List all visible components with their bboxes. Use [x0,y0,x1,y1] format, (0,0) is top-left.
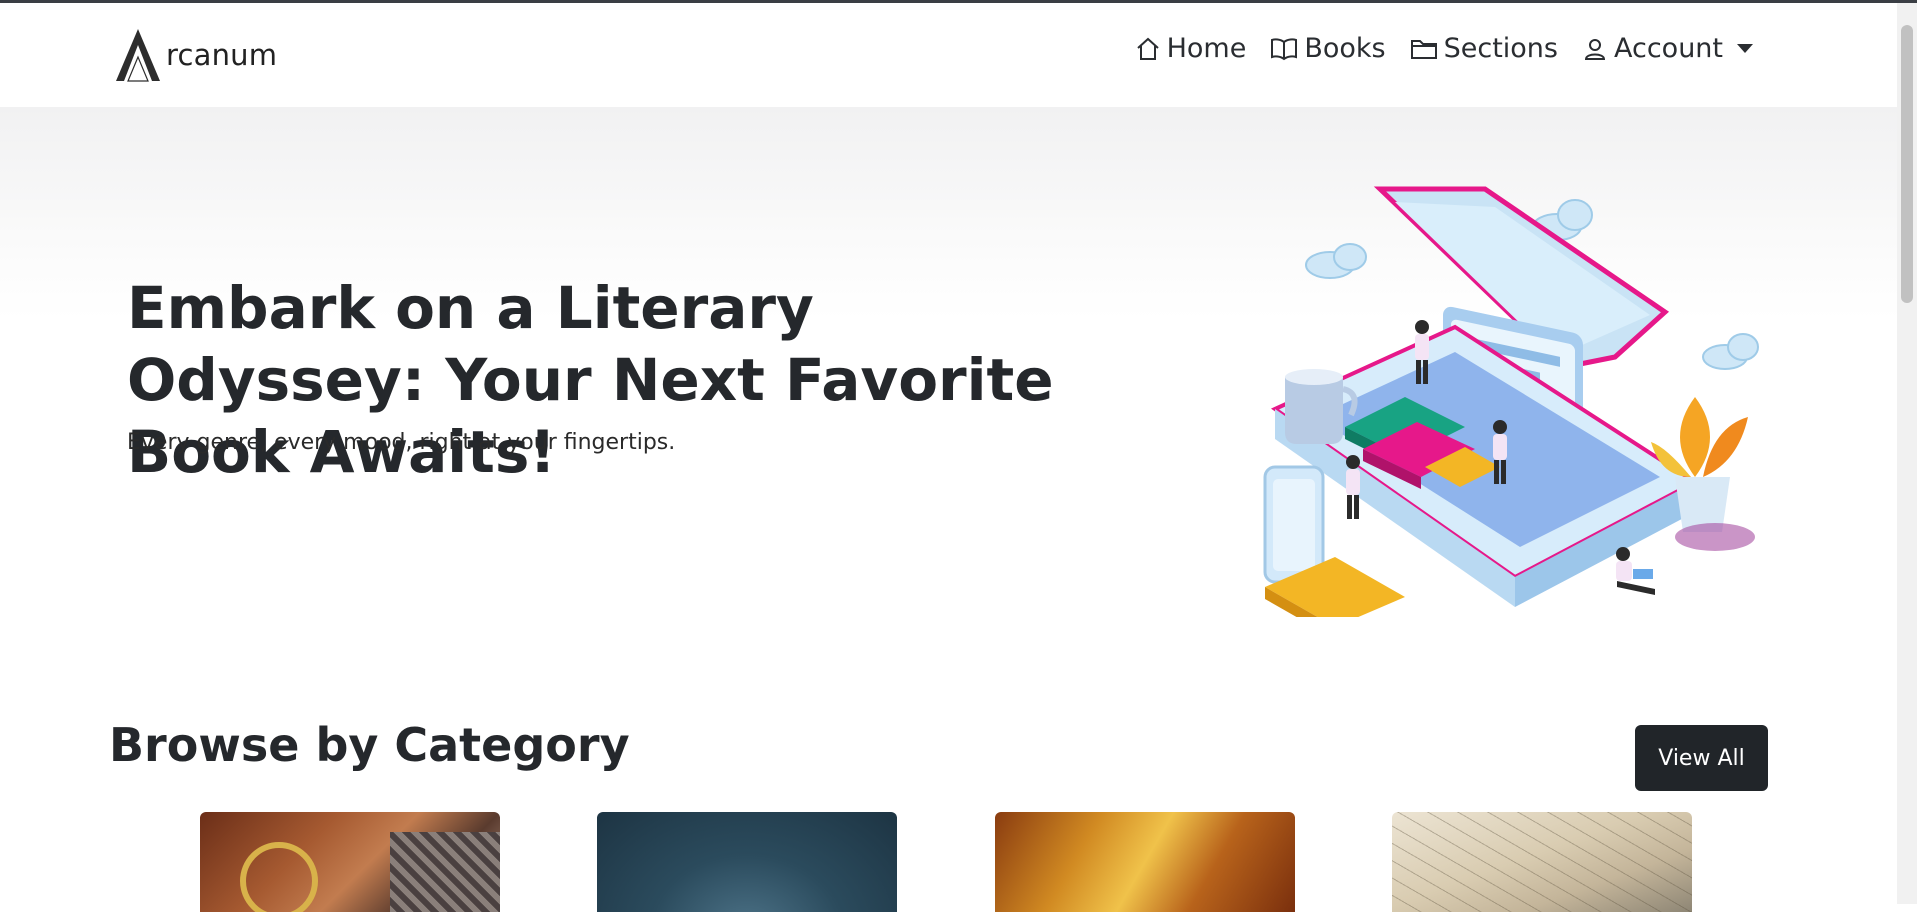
nav-account-label: Account [1613,33,1723,64]
hero-subtitle: Every genre, every mood, right at your f… [127,430,676,455]
book-icon [1271,37,1298,60]
view-all-button[interactable]: View All [1635,725,1768,791]
folder-icon [1410,39,1437,59]
hero-section: Embark on a Literary Odyssey: Your Next … [0,107,1897,667]
house-icon [1136,37,1159,60]
category-card-image[interactable] [995,812,1295,912]
page-scrollbar[interactable] [1897,3,1917,904]
scrollbar-thumb[interactable] [1901,25,1913,303]
hero-book-illustration [1263,186,1759,617]
chevron-down-icon [1737,44,1753,53]
nav-account-dropdown[interactable]: Account [1582,33,1753,64]
nav-home-label: Home [1166,33,1247,64]
category-card-decor [390,832,500,912]
browse-category-title: Browse by Category [109,718,630,772]
main-nav: Home Books Sections Account [1135,33,1753,64]
brand-name: rcanum [166,38,278,72]
brand-logo-link[interactable]: rcanum [114,27,277,83]
hero-title: Embark on a Literary Odyssey: Your Next … [127,274,1054,486]
map-texture [1392,812,1692,912]
category-card-image[interactable] [1392,812,1692,912]
category-card-image[interactable] [200,812,500,912]
nav-sections[interactable]: Sections [1410,33,1558,64]
nav-sections-label: Sections [1443,33,1558,64]
nav-books[interactable]: Books [1270,33,1386,64]
nav-books-label: Books [1304,33,1386,64]
nav-home[interactable]: Home [1135,33,1247,64]
navbar: rcanum Home Books Sections Account [0,3,1897,107]
arcanum-logo-icon [116,29,160,82]
category-card-image[interactable] [597,812,897,912]
user-icon [1584,38,1605,60]
magnifier-image [240,842,318,912]
